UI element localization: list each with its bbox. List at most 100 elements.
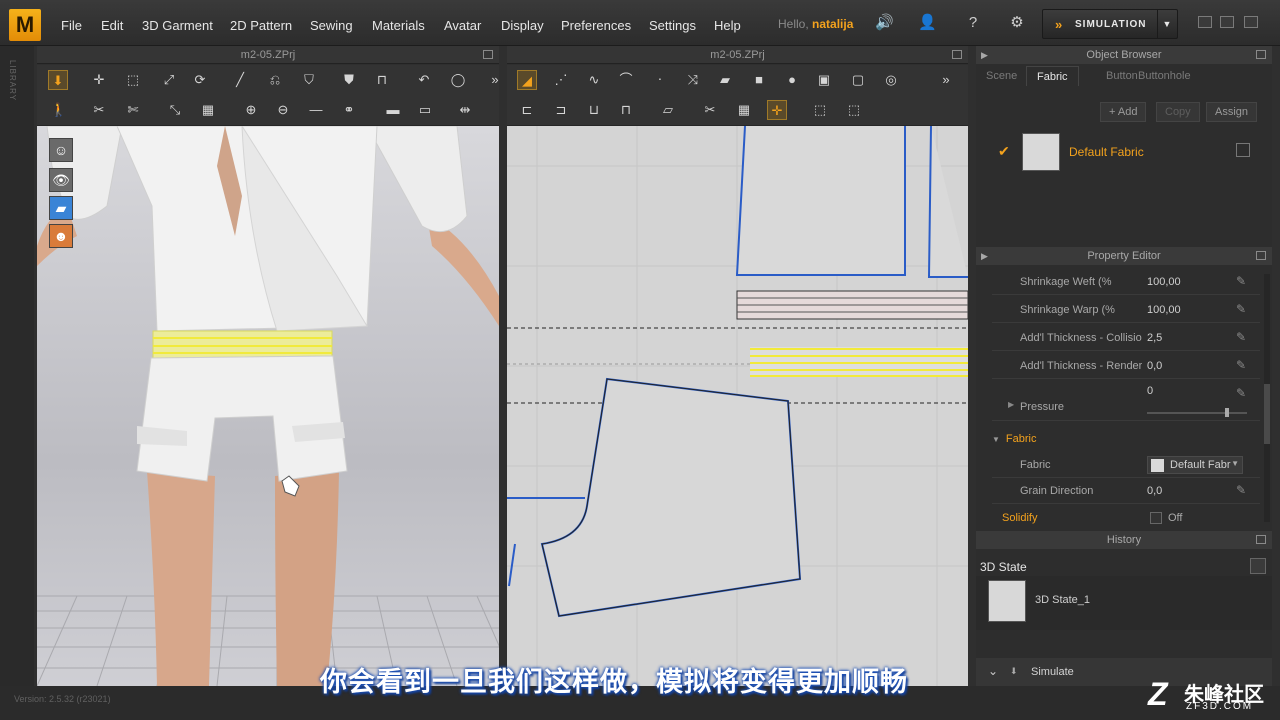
save-state-icon[interactable] [1250,558,1266,574]
history-list-item[interactable]: 3D State_1 [976,576,1272,630]
object-browser-undock-icon[interactable] [1256,50,1266,59]
flatten-icon[interactable]: ▭ [415,100,435,120]
rectangle-icon[interactable]: ■ [749,70,769,90]
menu-materials[interactable]: Materials [372,18,425,33]
menu-2d-pattern[interactable]: 2D Pattern [230,18,292,33]
edit-pencil-icon[interactable]: ✎ [1236,330,1246,344]
view2d-undock-icon[interactable] [952,50,962,59]
menu-display[interactable]: Display [501,18,544,33]
property-scrollbar[interactable] [1264,274,1270,522]
menu-settings[interactable]: Settings [649,18,696,33]
prop-pressure[interactable]: ▶ Pressure 0 ✎ [992,381,1260,421]
select-mesh-box-icon[interactable]: ⬚ [123,70,143,90]
collapse-arrow-icon[interactable]: ▶ [981,46,988,64]
button-tool-icon[interactable]: ⊕ [241,100,261,120]
edit-pencil-icon[interactable]: ✎ [1236,274,1246,288]
menu-avatar[interactable]: Avatar [444,18,481,33]
collapse-chevron-icon[interactable]: ⌄ [988,664,998,678]
notch-icon[interactable]: ⊐ [551,100,571,120]
shirt-icon[interactable]: ⛊ [339,70,359,90]
menu-sewing[interactable]: Sewing [310,18,353,33]
texture-view-icon[interactable]: ▰ [49,196,73,220]
edit-pencil-icon[interactable]: ✎ [1236,386,1246,400]
transform-pattern-icon[interactable]: ✛ [89,70,109,90]
menu-edit[interactable]: Edit [101,18,123,33]
pressure-slider-handle[interactable] [1225,408,1229,417]
garment-fit-icon[interactable]: ⛉ [299,70,319,90]
garment-visibility-icon[interactable]: 👁 [49,168,73,192]
view3d-canvas[interactable]: ☺ 👁 ▰ ☻ [37,126,499,686]
prop-thickness-rendering[interactable]: Add'l Thickness - Renderi 0,0 ✎ [992,353,1260,379]
grid-pattern-icon[interactable]: ▦ [734,100,754,120]
menu-3d-garment[interactable]: 3D Garment [142,18,213,33]
measure-ring-icon[interactable]: ◯ [448,70,468,90]
edit-pencil-icon[interactable]: ✎ [1236,483,1246,497]
library-strip[interactable]: LIBRARY [0,46,34,686]
speaker-icon[interactable]: 🔊 [875,14,894,32]
pin-tool-icon[interactable]: ╱ [230,70,250,90]
zipper-tool-icon[interactable]: — [306,100,326,120]
curve-point-icon[interactable]: ⌒ [616,70,636,90]
menu-help[interactable]: Help [714,18,741,33]
transform-2d-icon[interactable]: ◢ [517,70,537,90]
pressure-slider-track[interactable] [1147,412,1247,414]
add-fabric-button[interactable]: + Add [1100,102,1147,122]
avatar-display-icon[interactable]: ☻ [49,224,73,248]
copy-fabric-button[interactable]: Copy [1156,102,1200,122]
toolbar2d-more-icon[interactable]: » [936,70,956,90]
prop-thickness-collision[interactable]: Add'l Thickness - Collisio 2,5 ✎ [992,325,1260,351]
history-undock-icon[interactable] [1256,535,1266,544]
edit-pencil-icon[interactable]: ✎ [1236,358,1246,372]
prop-grain-direction[interactable]: Grain Direction 0,0 ✎ [992,478,1260,504]
circle-icon[interactable]: ● [782,70,802,90]
maximize-button[interactable] [1220,16,1234,28]
solidify-checkbox[interactable] [1150,512,1162,524]
dart-icon[interactable]: ⊔ [584,100,604,120]
fabric-save-icon[interactable] [1236,143,1250,157]
edit-pencil-icon[interactable]: ✎ [1236,302,1246,316]
check-pattern-icon[interactable]: ▦ [198,100,218,120]
assign-fabric-button[interactable]: Assign [1206,102,1258,122]
tab-scene[interactable]: Scene [976,66,1027,86]
view3d-undock-icon[interactable] [483,50,493,59]
tab-fabric[interactable]: Fabric [1026,66,1079,86]
avatar-pose-icon[interactable]: 🚶 [49,100,69,120]
help-icon[interactable]: ? [964,14,982,32]
prop-fabric[interactable]: Fabric Default Fabr ▼ [992,452,1260,478]
edit-curve-icon[interactable]: ∿ [584,70,604,90]
measure-distance-icon[interactable]: ⇹ [455,100,475,120]
tack-tool-icon[interactable]: ⎌ [265,70,285,90]
collapse-arrow-icon[interactable]: ▶ [981,247,988,265]
cut-line-icon[interactable]: ⤨ [683,70,703,90]
select-move-icon[interactable]: ⬇ [48,70,68,90]
buttonhole-tool-icon[interactable]: ⊖ [273,100,293,120]
edit-point-2d-icon[interactable]: ⋰ [551,70,571,90]
free-sewing-icon[interactable]: ✛ [767,100,787,120]
puckering-icon[interactable]: ⚭ [339,100,359,120]
sewing-tool-icon[interactable]: ✄ [123,100,143,120]
segment-sewing-icon[interactable]: ✂ [700,100,720,120]
minimize-button[interactable] [1198,16,1212,28]
select-box-icon[interactable]: ⬚ [810,100,830,120]
fabric-section-header[interactable]: ▼ Fabric [992,433,1036,445]
tape-icon[interactable]: ↶ [414,70,434,90]
simulation-button[interactable]: » SIMULATION ▼ [1042,9,1178,39]
internal-rect-icon[interactable]: ▢ [848,70,868,90]
prop-shrinkage-weft[interactable]: Shrinkage Weft (% 100,00 ✎ [992,269,1260,295]
pants-icon[interactable]: ⊓ [372,70,392,90]
property-editor-undock-icon[interactable] [1256,251,1266,260]
tab-buttonhole[interactable]: Buttonhole [1128,66,1201,86]
internal-circle-icon[interactable]: ◎ [881,70,901,90]
menu-file[interactable]: File [61,18,82,33]
add-point-icon[interactable]: ⋅ [650,70,670,90]
scrollbar-thumb[interactable] [1264,384,1270,444]
prop-shrinkage-warp[interactable]: Shrinkage Warp (% 100,00 ✎ [992,297,1260,323]
arrange-point-icon[interactable]: ✂ [89,100,109,120]
marquee-icon[interactable]: ⬚ [844,100,864,120]
internal-polygon-icon[interactable]: ▣ [814,70,834,90]
pleat-icon[interactable]: ⊓ [616,100,636,120]
menu-preferences[interactable]: Preferences [561,18,631,33]
toolbar-more-icon[interactable]: » [485,70,505,90]
close-button[interactable] [1244,16,1258,28]
fabric-list-item[interactable]: ✔ Default Fabric [992,133,1264,173]
